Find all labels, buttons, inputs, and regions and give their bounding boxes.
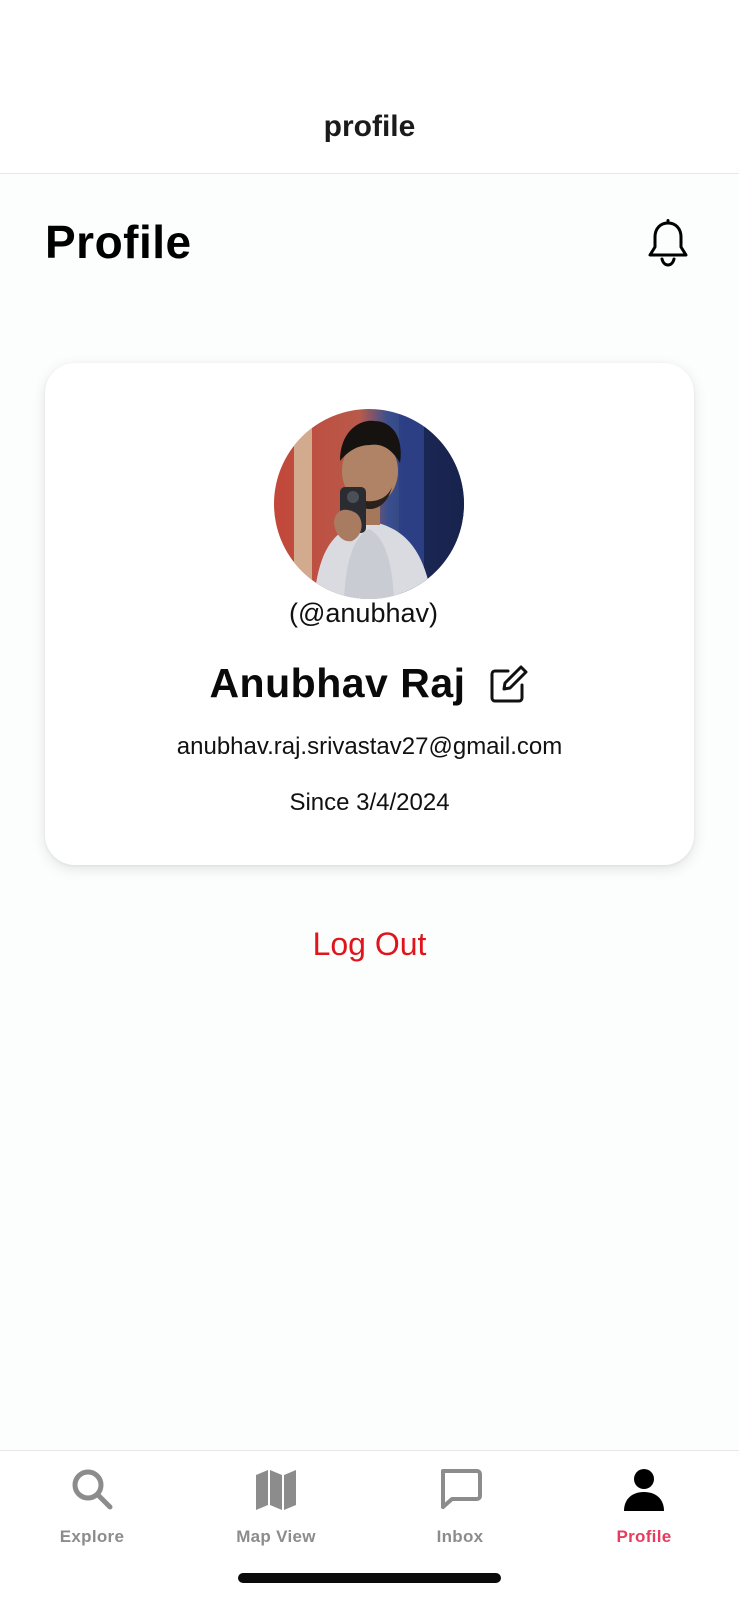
- page-title: Profile: [45, 216, 192, 268]
- tab-map-view[interactable]: Map View: [184, 1465, 368, 1565]
- profile-card: (@anubhav) Anubhav Raj anubhav.raj.sriva…: [45, 363, 694, 865]
- tab-inbox[interactable]: Inbox: [368, 1465, 552, 1565]
- home-indicator: [238, 1573, 501, 1583]
- tab-label-map-view: Map View: [236, 1527, 316, 1546]
- edit-profile-button[interactable]: [486, 663, 530, 707]
- map-icon: [256, 1470, 296, 1510]
- nav-title: profile: [323, 110, 416, 143]
- tab-label-inbox: Inbox: [436, 1527, 484, 1546]
- notifications-button[interactable]: [643, 216, 693, 270]
- navigation-header: profile: [0, 0, 739, 174]
- person-icon: [624, 1469, 664, 1511]
- full-name: Anubhav Raj: [209, 659, 466, 706]
- tab-label-explore: Explore: [59, 1527, 125, 1546]
- avatar-photo: [274, 409, 464, 599]
- tab-profile[interactable]: Profile: [552, 1465, 736, 1565]
- edit-icon: [490, 665, 528, 703]
- name-row: Anubhav Raj: [45, 659, 694, 707]
- member-since: Since 3/4/2024: [289, 789, 450, 816]
- search-icon: [72, 1469, 113, 1510]
- username: (@anubhav): [289, 598, 438, 628]
- logout-button[interactable]: Log Out: [0, 926, 739, 963]
- tab-explore[interactable]: Explore: [0, 1465, 184, 1565]
- avatar[interactable]: [274, 409, 464, 599]
- email: anubhav.raj.srivastav27@gmail.com: [176, 733, 563, 760]
- tab-label-profile: Profile: [616, 1527, 672, 1546]
- bell-icon: [648, 219, 688, 267]
- chat-icon: [441, 1469, 482, 1509]
